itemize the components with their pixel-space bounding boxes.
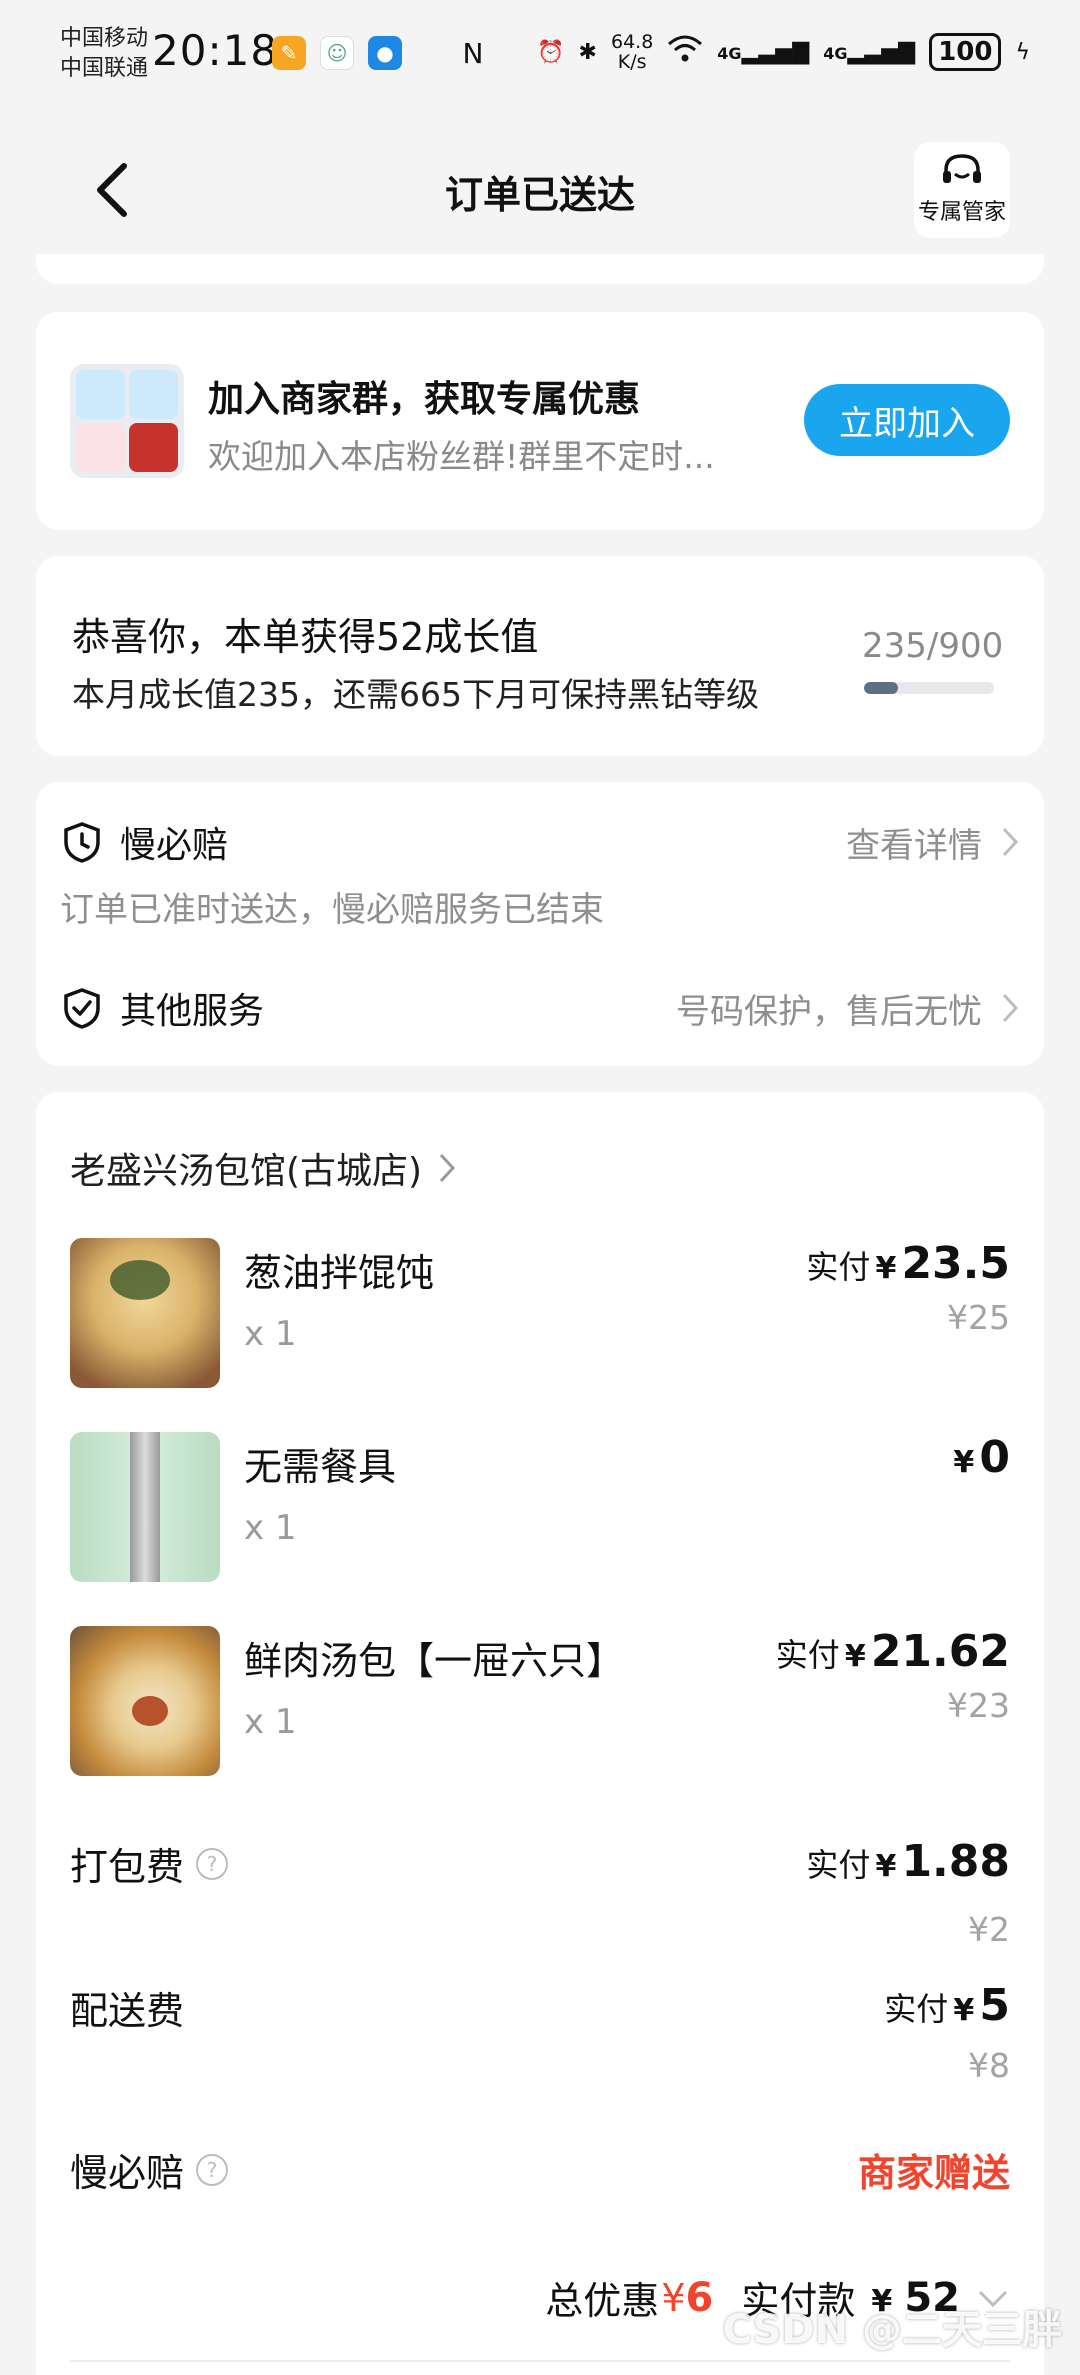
total-discount: ¥6 (661, 2274, 714, 2321)
item-original-price: ¥25 (947, 1298, 1010, 1337)
total-discount-label: 总优惠 (545, 2279, 660, 2323)
battery-indicator: 100 (929, 33, 1002, 71)
merchant-group-subtitle: 欢迎加入本店粉丝群!群里不定时... (208, 437, 715, 476)
order-card: 老盛兴汤包馆(古城店) 葱油拌馄饨 x 1 实付 ¥ 23.5 ¥25 无需餐具… (36, 1092, 1044, 2375)
delivery-fee-label: 配送费 (70, 1989, 185, 2033)
bluetooth-icon: ✱ (578, 39, 597, 65)
check-shield-icon (64, 988, 100, 1029)
signal-1-icon: 4G▂▃▅▇ (717, 39, 810, 65)
network-speed: 64.8 K/s (610, 31, 654, 73)
item-name: 葱油拌馄饨 (244, 1251, 435, 1295)
item-photo-wonton (70, 1238, 220, 1388)
headset-icon (943, 154, 981, 183)
help-icon[interactable]: ? (196, 1847, 229, 1880)
item-quantity: x 1 (244, 1702, 297, 1742)
status-bar: 中国移动 中国联通 20:18 ✎ ☺ ● Ν ⏰ ✱ 64.8 K/s 4G▂… (0, 0, 1080, 100)
services-card: 慢必赔 查看详情 订单已准时送达，慢必赔服务已结束 其他服务 号码保护，售后无忧 (36, 782, 1044, 1066)
carrier-2: 中国联通 (60, 56, 149, 81)
other-services-detail[interactable]: 号码保护，售后无忧 (676, 984, 1020, 1033)
growth-progress-bar (864, 682, 994, 694)
charging-icon: ϟ (1015, 39, 1030, 65)
status-time: 20:18 (152, 26, 279, 75)
growth-progress-text: 235/900 (862, 626, 1004, 666)
chevron-right-icon (439, 1153, 456, 1183)
order-item[interactable]: 无需餐具 x 1 ¥ 0 (70, 1432, 1010, 1582)
chevron-right-icon (1002, 993, 1019, 1023)
slow-compensation-fee-row: 慢必赔 ? 商家赠送 (70, 2142, 1010, 2262)
other-services-row[interactable]: 其他服务 号码保护，售后无忧 (60, 978, 1020, 1038)
exclusive-butler-button[interactable]: 专属管家 (914, 142, 1010, 238)
item-quantity: x 1 (244, 1314, 297, 1354)
order-item[interactable]: 鲜肉汤包【一屉六只】 x 1 实付 ¥ 21.62 ¥23 (70, 1626, 1010, 1776)
view-details-link[interactable]: 查看详情 (846, 818, 1020, 867)
app-notification-icon: ✎ (272, 36, 306, 70)
packing-fee-original: ¥2 (968, 1910, 1010, 1949)
store-link[interactable]: 老盛兴汤包馆(古城店) (70, 1142, 456, 1194)
message-app-icon: ● (368, 36, 402, 70)
delivery-fee-row: 配送费 实付 ¥ 5 ¥8 (70, 1980, 1010, 2100)
help-icon[interactable]: ? (196, 2153, 229, 2186)
item-photo-soup-dumpling (70, 1626, 220, 1776)
slow-compensation-row[interactable]: 慢必赔 查看详情 (60, 812, 1020, 872)
item-name: 鲜肉汤包【一屉六只】 (244, 1639, 625, 1683)
slow-compensation-fee-label: 慢必赔 (70, 2151, 185, 2195)
join-group-button[interactable]: 立即加入 (804, 384, 1010, 456)
clock-shield-icon (64, 822, 100, 863)
item-name: 无需餐具 (244, 1445, 397, 1489)
growth-title: 恭喜你，本单获得52成长值 (72, 615, 539, 659)
card-stub (36, 254, 1044, 284)
growth-value-card[interactable]: 恭喜你，本单获得52成长值 本月成长值235，还需665下月可保持黑钻等级 23… (36, 556, 1044, 756)
packing-fee-label: 打包费 (70, 1845, 185, 1889)
order-item[interactable]: 葱油拌馄饨 x 1 实付 ¥ 23.5 ¥25 (70, 1238, 1010, 1388)
carrier-1: 中国移动 (60, 26, 149, 51)
store-name: 老盛兴汤包馆(古城店) (70, 1151, 423, 1192)
alarm-icon: ⏰ (537, 39, 565, 65)
delivery-fee-price: 实付 ¥ 5 (884, 1980, 1010, 2031)
item-paid-price: ¥ 0 (953, 1432, 1010, 1483)
signal-2-icon: 4G▂▃▅▇ (823, 39, 916, 65)
item-original-price: ¥23 (947, 1686, 1010, 1725)
butler-label: 专属管家 (917, 200, 1006, 225)
packing-fee-row: 打包费 ? 实付 ¥ 1.88 ¥2 (70, 1836, 1010, 1956)
top-nav-bar: 订单已送达 专属管家 (0, 130, 1080, 250)
packing-fee-price: 实付 ¥ 1.88 (806, 1836, 1010, 1887)
wifi-icon (667, 34, 703, 70)
slow-compensation-note: 订单已准时送达，慢必赔服务已结束 (60, 890, 604, 930)
growth-progress-fill (864, 682, 898, 694)
chevron-right-icon (1002, 827, 1019, 857)
carrier-info: 中国移动 中国联通 (60, 24, 148, 84)
merchant-gift-badge: 商家赠送 (857, 2151, 1010, 2195)
merchant-group-avatar (70, 364, 184, 478)
slow-compensation-name: 慢必赔 (120, 825, 229, 866)
item-paid-price: 实付 ¥ 23.5 (806, 1238, 1010, 1289)
merchant-group-card[interactable]: 加入商家群，获取专属优惠 欢迎加入本店粉丝群!群里不定时... 立即加入 (36, 312, 1044, 530)
item-photo-no-tableware (70, 1432, 220, 1582)
other-services-name: 其他服务 (120, 991, 265, 1032)
item-quantity: x 1 (244, 1508, 297, 1548)
app-notification-icon: ☺ (320, 36, 354, 70)
item-paid-price: 实付 ¥ 21.62 (775, 1626, 1010, 1677)
merchant-group-title: 加入商家群，获取专属优惠 (208, 379, 641, 420)
delivery-fee-original: ¥8 (968, 2046, 1010, 2085)
nfc-icon: Ν (462, 36, 484, 70)
growth-subtitle: 本月成长值235，还需665下月可保持黑钻等级 (72, 675, 759, 714)
divider (70, 2360, 1010, 2362)
watermark: CSDN @二天三胖 (722, 2307, 1062, 2353)
status-indicators: ⏰ ✱ 64.8 K/s 4G▂▃▅▇ 4G▂▃▅▇ 100 ϟ (537, 30, 1030, 74)
